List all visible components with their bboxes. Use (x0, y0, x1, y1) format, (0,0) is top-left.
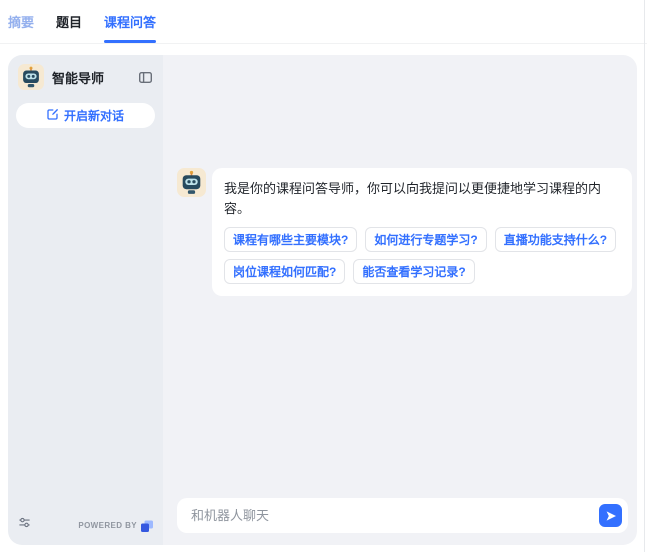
powered-by-logo-icon (141, 519, 153, 532)
settings-sliders-icon[interactable] (18, 516, 31, 534)
suggestion-chip[interactable]: 能否查看学习记录? (353, 259, 475, 284)
bot-message-bubble: 我是你的课程问答导师，你可以向我提问以更便捷地学习课程的内容。 课程有哪些主要模… (212, 168, 632, 296)
send-button[interactable] (599, 504, 622, 527)
new-chat-button[interactable]: 开启新对话 (16, 103, 155, 128)
chat-input-bar (177, 498, 628, 533)
bot-name: 智能导师 (52, 70, 105, 86)
tab-course-qa-label: 课程问答 (104, 15, 157, 30)
suggestion-chip[interactable]: 课程有哪些主要模块? (224, 227, 358, 252)
tab-questions[interactable]: 题目 (56, 0, 82, 44)
panel-right-divider (644, 0, 645, 552)
robot-avatar-icon (18, 64, 44, 90)
powered-by-label: POWERED BY (78, 520, 137, 530)
chat-input[interactable] (191, 508, 599, 523)
sidebar-header: 智能导师 (8, 55, 163, 90)
collapse-sidebar-icon[interactable] (137, 69, 153, 85)
sidebar-footer: POWERED BY (18, 516, 153, 534)
suggestion-chips: 课程有哪些主要模块? 如何进行专题学习? 直播功能支持什么? 岗位课程如何匹配? 能否查… (224, 227, 620, 284)
send-icon (606, 510, 616, 521)
bot-message-text: 我是你的课程问答导师，你可以向我提问以更便捷地学习课程的内容。 (224, 181, 602, 216)
active-tab-indicator (104, 39, 157, 43)
suggestion-chip[interactable]: 如何进行专题学习? (365, 227, 487, 252)
tab-summary[interactable]: 摘要 (8, 0, 34, 44)
suggestion-chip[interactable]: 岗位课程如何匹配? (224, 259, 346, 284)
course-qa-panel: 摘要 题目 课程问答 智能导师 开启新对话 POWERED BY 我是你的课程问… (0, 0, 647, 552)
chat-area: 我是你的课程问答导师，你可以向我提问以更便捷地学习课程的内容。 课程有哪些主要模… (163, 55, 637, 545)
bot-message-row: 我是你的课程问答导师，你可以向我提问以更便捷地学习课程的内容。 课程有哪些主要模… (177, 168, 632, 296)
tab-course-qa[interactable]: 课程问答 (104, 0, 157, 44)
chat-widget: 智能导师 开启新对话 POWERED BY 我是你的课程问答导师，你可以向我提问… (8, 55, 637, 545)
new-chat-icon (47, 108, 59, 123)
tab-bar: 摘要 题目 课程问答 (0, 0, 647, 44)
bot-message-avatar-icon (177, 168, 206, 197)
chat-sidebar: 智能导师 开启新对话 POWERED BY (8, 55, 163, 545)
new-chat-label: 开启新对话 (63, 109, 124, 123)
suggestion-chip[interactable]: 直播功能支持什么? (494, 227, 617, 252)
